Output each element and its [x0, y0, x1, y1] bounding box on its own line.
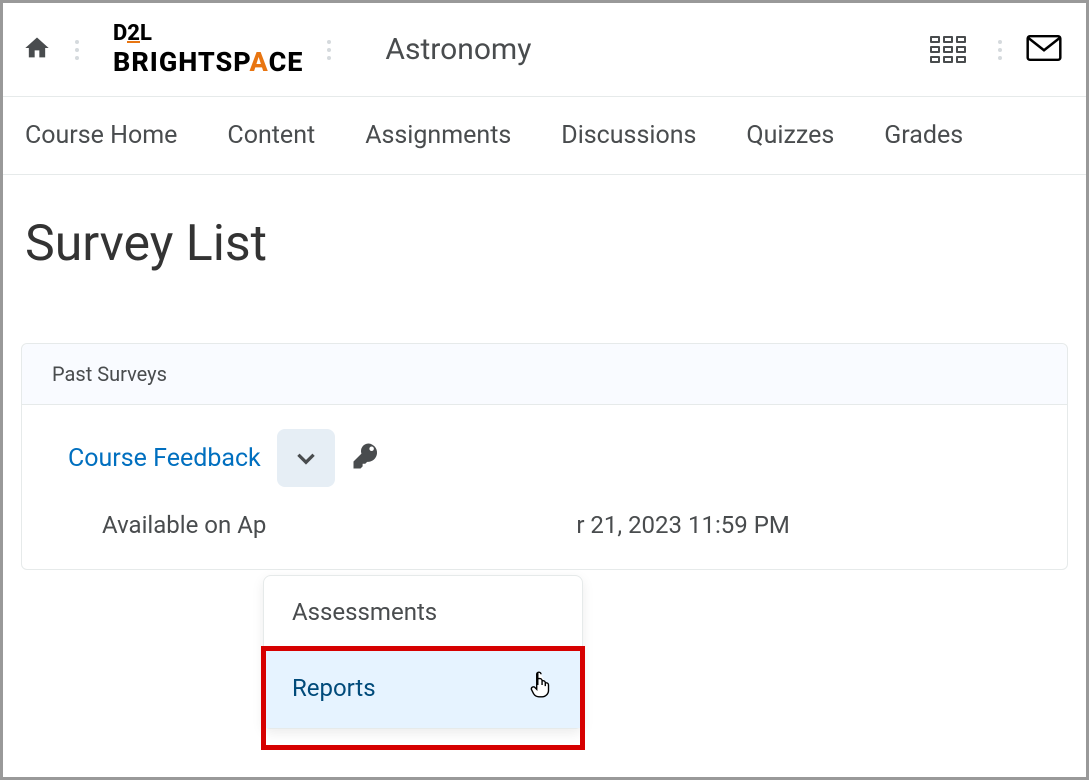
- chevron-down-icon: [293, 445, 319, 471]
- page-title: Survey List: [3, 175, 1086, 283]
- past-surveys-panel: Past Surveys Course Feedback Available o…: [21, 343, 1068, 570]
- apps-grid-icon[interactable]: [930, 36, 966, 63]
- pointer-cursor-icon: [528, 670, 554, 706]
- nav-content[interactable]: Content: [227, 121, 315, 150]
- availability-suffix: r 21, 2023 11:59 PM: [576, 511, 789, 539]
- survey-row-header: Course Feedback: [68, 429, 1021, 487]
- nav-grades[interactable]: Grades: [884, 121, 963, 150]
- home-icon[interactable]: [23, 34, 51, 66]
- dropdown-item-label: Reports: [292, 674, 376, 702]
- context-dropdown: Assessments Reports: [263, 575, 583, 729]
- survey-link[interactable]: Course Feedback: [68, 444, 261, 473]
- course-navbar: Course Home Content Assignments Discussi…: [3, 96, 1086, 175]
- brand-logo[interactable]: D2L BRIGHTSPACE: [103, 23, 303, 76]
- nav-assignments[interactable]: Assignments: [365, 121, 511, 150]
- top-bar: D2L BRIGHTSPACE Astronomy: [3, 3, 1086, 96]
- divider-dots-icon: [992, 40, 1008, 60]
- survey-row: Course Feedback Available on Ap r 21, 202…: [22, 405, 1067, 569]
- nav-discussions[interactable]: Discussions: [561, 121, 696, 150]
- panel-header: Past Surveys: [22, 344, 1067, 405]
- dropdown-item-label: Assessments: [292, 598, 437, 626]
- divider-dots-icon: [321, 40, 337, 60]
- availability-prefix: Available on Ap: [102, 511, 266, 539]
- divider-dots-icon: [69, 40, 85, 60]
- dropdown-reports[interactable]: Reports: [264, 648, 582, 728]
- dropdown-assessments[interactable]: Assessments: [264, 576, 582, 648]
- survey-context-menu-button[interactable]: [277, 429, 335, 487]
- availability-text: Available on Ap r 21, 2023 11:59 PM: [102, 511, 1021, 539]
- nav-quizzes[interactable]: Quizzes: [746, 121, 834, 150]
- course-title[interactable]: Astronomy: [385, 32, 531, 67]
- key-icon: [351, 441, 381, 475]
- mail-icon[interactable]: [1026, 30, 1062, 70]
- nav-course-home[interactable]: Course Home: [25, 121, 177, 150]
